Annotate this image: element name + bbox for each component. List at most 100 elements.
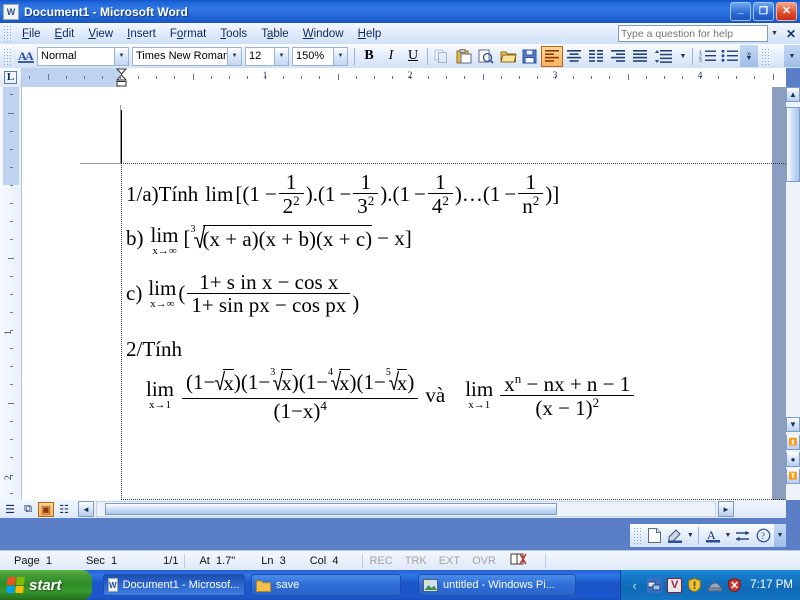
vertical-ruler[interactable]: 12: [0, 87, 22, 500]
highlight-dropdown-button[interactable]: ▼: [685, 525, 695, 546]
styles-and-formatting-icon[interactable]: A A: [15, 46, 37, 67]
menu-help[interactable]: Help: [351, 26, 389, 42]
volume-icon[interactable]: V: [667, 577, 683, 593]
menu-view[interactable]: View: [81, 26, 120, 42]
menu-tools[interactable]: Tools: [213, 26, 254, 42]
scroll-down-button[interactable]: ▼: [786, 417, 800, 432]
toolbar-grip-handle-2[interactable]: [761, 47, 770, 65]
status-ext[interactable]: EXT: [433, 555, 466, 567]
align-right-button[interactable]: [607, 46, 629, 67]
menu-window[interactable]: Window: [296, 26, 351, 42]
horizontal-scrollbar[interactable]: [96, 501, 716, 517]
distributed-button[interactable]: [585, 46, 607, 67]
minimize-button[interactable]: _: [730, 2, 751, 21]
new-document-button[interactable]: [644, 525, 664, 546]
justify-button[interactable]: [629, 46, 651, 67]
taskbar-item-picture[interactable]: untitled - Windows Pi...: [418, 574, 576, 596]
bullets-button[interactable]: [718, 46, 740, 67]
web-layout-view-button[interactable]: ⧉: [20, 502, 36, 517]
spellcheck-status-button[interactable]: [502, 552, 533, 569]
ask-question-field[interactable]: [617, 25, 768, 42]
save-button[interactable]: [519, 46, 541, 67]
menu-grip-handle[interactable]: [3, 25, 12, 42]
chevron-down-icon[interactable]: ▼: [768, 26, 781, 41]
close-taskpane-icon[interactable]: ✕: [786, 27, 796, 41]
style-combobox[interactable]: Normal ▼: [37, 46, 129, 66]
underline-button[interactable]: U: [402, 46, 424, 67]
copy-button[interactable]: [431, 46, 453, 67]
print-layout-view-button[interactable]: ▣: [38, 501, 54, 517]
math-line-c[interactable]: c) lim x→∞ ( 1+ s in x − cos x 1+ sin px…: [126, 271, 359, 316]
scroll-left-button[interactable]: ◄: [78, 501, 94, 517]
warning-shield-icon[interactable]: [687, 578, 702, 593]
numbering-button[interactable]: 123: [696, 46, 718, 67]
updates-icon[interactable]: [707, 578, 722, 593]
start-button[interactable]: start: [0, 570, 92, 600]
line-spacing-button[interactable]: [651, 46, 677, 67]
toolbar-options-button-2[interactable]: ▼: [784, 45, 800, 67]
math-line-b[interactable]: b) lim x→∞ [ 3 (x + a)(x + b)(x + c) − x…: [126, 224, 412, 257]
arrows-button[interactable]: [733, 525, 753, 546]
horizontal-scroll-thumb[interactable]: [105, 503, 557, 515]
previous-page-button[interactable]: ⏫: [786, 435, 800, 450]
next-page-button[interactable]: ⏬: [786, 469, 800, 484]
select-browse-object-button[interactable]: ●: [786, 452, 800, 467]
menu-edit[interactable]: Edit: [48, 26, 82, 42]
ruler-tick: [246, 76, 248, 79]
status-trk[interactable]: TRK: [399, 555, 433, 567]
show-hidden-icons-button[interactable]: ‹: [627, 578, 642, 593]
network-icon[interactable]: [647, 577, 663, 593]
font-color-dropdown-button[interactable]: ▼: [723, 525, 733, 546]
clock[interactable]: 7:17 PM: [750, 579, 793, 591]
horizontal-ruler[interactable]: L 1 2 3 4: [0, 68, 786, 87]
font-size-dropdown-arrow[interactable]: ▼: [274, 47, 288, 65]
font-size-combobox[interactable]: 12 ▼: [245, 46, 289, 66]
style-dropdown-arrow[interactable]: ▼: [114, 47, 128, 65]
align-left-button[interactable]: [541, 45, 563, 67]
math-line-2[interactable]: 2/Tính: [126, 337, 182, 362]
page-1[interactable]: 1/a)Tính lim [(1 − 1 22 ).(1 − 1 32).(1…: [22, 87, 786, 500]
mini-toolbar-grip[interactable]: [633, 527, 642, 544]
font-combobox[interactable]: Times New Roman ▼: [132, 46, 242, 66]
drawing-toolbar-options-button[interactable]: ▼: [773, 524, 786, 547]
print-preview-button[interactable]: [475, 46, 497, 67]
bold-button[interactable]: B: [358, 46, 380, 67]
scroll-right-button[interactable]: ►: [718, 501, 734, 517]
ruler-tick: [337, 74, 339, 80]
font-color-button[interactable]: A: [702, 525, 722, 546]
help-button[interactable]: ?: [753, 525, 773, 546]
menu-insert[interactable]: Insert: [120, 26, 163, 42]
open-button[interactable]: [497, 46, 519, 67]
font-dropdown-arrow[interactable]: ▼: [227, 47, 241, 65]
toolbar-grip-handle[interactable]: [3, 47, 12, 65]
zoom-dropdown-arrow[interactable]: ▼: [333, 47, 347, 65]
document-canvas[interactable]: 1/a)Tính lim [(1 − 1 22 ).(1 − 1 32).(1…: [22, 87, 786, 500]
status-rec[interactable]: REC: [363, 555, 398, 567]
maximize-button[interactable]: ❐: [753, 2, 774, 21]
math-line-3[interactable]: lim x→1 (1− x ) (1− 3 x) (1− 4 x) (1− …: [144, 367, 636, 422]
toolbar-options-button[interactable]: » ▼: [740, 45, 758, 67]
taskbar-item-save[interactable]: save: [251, 574, 401, 596]
menu-file[interactable]: FFileile: [15, 26, 48, 42]
align-center-button[interactable]: [563, 46, 585, 67]
taskbar-item-word[interactable]: W Document1 - Microsof...: [103, 574, 245, 596]
vertical-scroll-thumb[interactable]: [786, 107, 800, 182]
close-button[interactable]: ✕: [776, 2, 797, 21]
highlight-color-button[interactable]: [665, 525, 685, 546]
ask-question-input[interactable]: [620, 27, 765, 40]
ruler-scale[interactable]: 1 2 3 4: [22, 68, 786, 87]
security-alert-icon[interactable]: [727, 578, 742, 593]
menu-format[interactable]: Format: [163, 26, 213, 42]
normal-view-button[interactable]: ☰: [2, 502, 18, 517]
status-ovr[interactable]: OVR: [466, 555, 502, 567]
line-spacing-dropdown-arrow[interactable]: ▼: [677, 46, 689, 67]
scroll-up-button[interactable]: ▲: [786, 87, 800, 102]
outline-view-button[interactable]: ☷: [56, 502, 72, 517]
zoom-combobox[interactable]: 150% ▼: [292, 46, 348, 66]
vertical-scrollbar[interactable]: ▲ ▼ ⏫ ● ⏬: [786, 87, 800, 500]
italic-button[interactable]: I: [380, 46, 402, 67]
menu-table[interactable]: Table: [254, 26, 296, 42]
math-line-1a[interactable]: 1/a)Tính lim [(1 − 1 22 ).(1 − 1 32).(1…: [126, 171, 559, 217]
tab-stop-selector[interactable]: L: [0, 68, 22, 87]
paste-button[interactable]: [453, 46, 475, 67]
